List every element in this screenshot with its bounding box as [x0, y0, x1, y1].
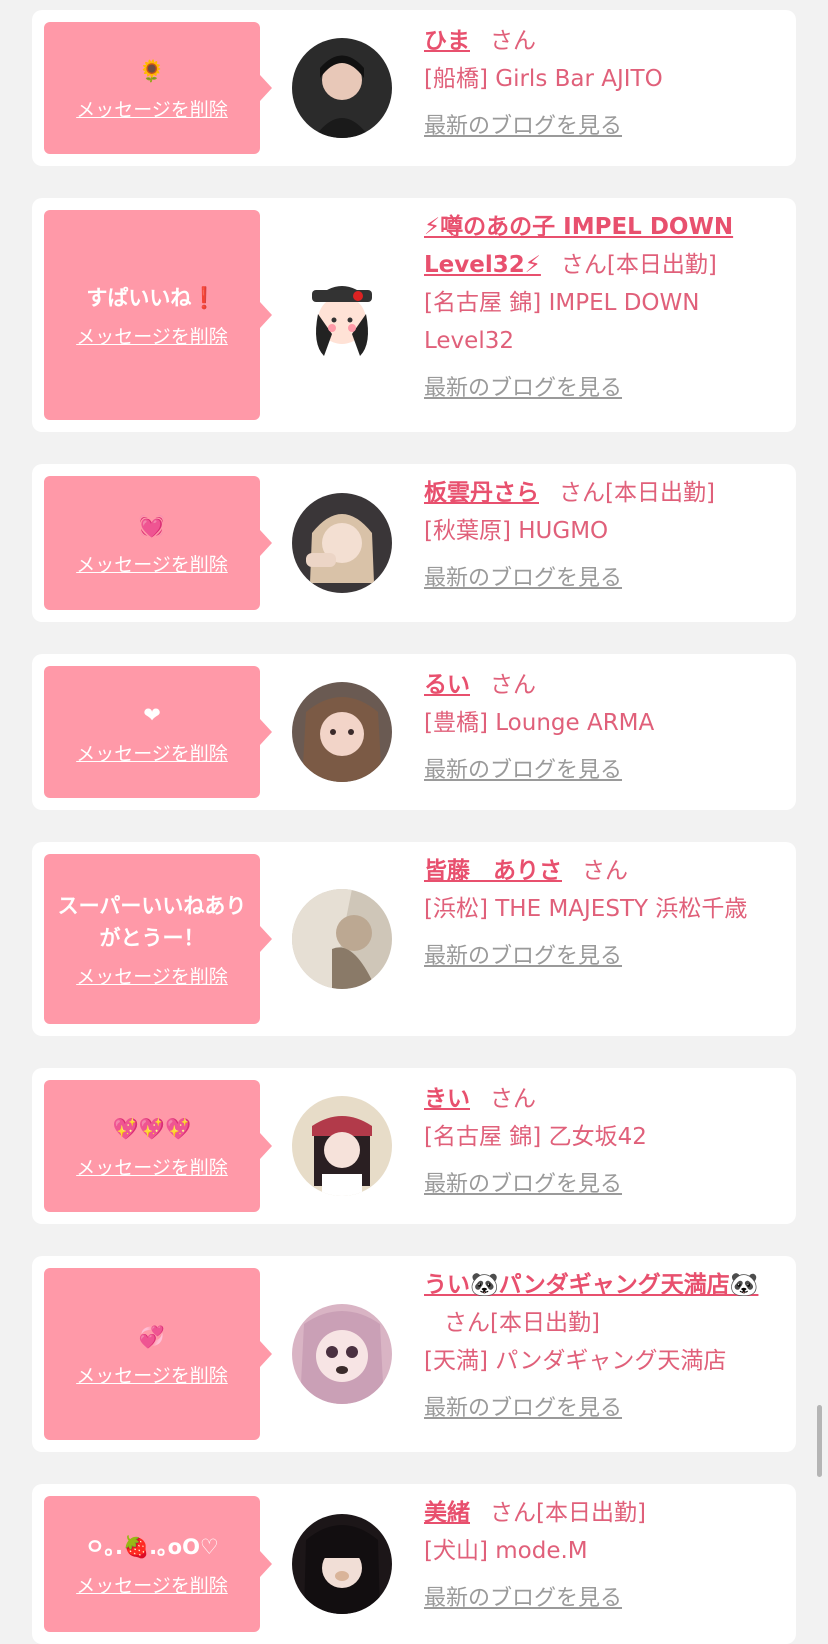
cast-name-link[interactable]: 板雲丹さら — [424, 480, 539, 506]
avatar[interactable] — [292, 493, 392, 593]
cast-info: るい さん [豊橋] Lounge ARMA 最新のブログを見る — [424, 666, 784, 790]
delete-message-link[interactable]: メッセージを削除 — [76, 962, 228, 989]
cast-info: ひま さん [船橋] Girls Bar AJITO 最新のブログを見る — [424, 22, 784, 146]
shop-name: [秋葉原] HUGMO — [424, 518, 609, 544]
honorific: さん — [490, 1086, 536, 1112]
list-item: 🌻 メッセージを削除 ひま さん [船橋] Girls Bar AJITO 最新の… — [32, 10, 796, 166]
blog-link[interactable]: 最新のブログを見る — [424, 1166, 784, 1204]
blog-link[interactable]: 最新のブログを見る — [424, 938, 784, 976]
honorific: さん — [490, 1500, 536, 1526]
avatar[interactable] — [292, 1096, 392, 1196]
attendance-status: [本日出勤] — [490, 1310, 600, 1336]
cast-name-link[interactable]: ひま — [424, 28, 470, 54]
blog-link[interactable]: 最新のブログを見る — [424, 560, 784, 598]
message-text: すぱいいね❗ — [86, 285, 218, 310]
message-bubble: 💓 メッセージを削除 — [44, 476, 272, 610]
shop-name: [犬山] mode.M — [424, 1538, 588, 1564]
list-item: ❤ メッセージを削除 るい さん [豊橋] Lounge ARMA 最新のブログを… — [32, 654, 796, 810]
cast-info: きい さん [名古屋 錦] 乙女坂42 最新のブログを見る — [424, 1080, 784, 1204]
blog-link[interactable]: 最新のブログを見る — [424, 1580, 784, 1618]
delete-message-link[interactable]: メッセージを削除 — [76, 95, 228, 122]
list-item: 💞 メッセージを削除 うい🐼パンダギャング天満店🐼 さん[本日出勤] [天満] パ… — [32, 1256, 796, 1452]
avatar[interactable] — [292, 1304, 392, 1404]
avatar[interactable] — [292, 682, 392, 782]
message-text: スーパーいいねありがとうー！ — [57, 893, 247, 950]
delete-message-link[interactable]: メッセージを削除 — [76, 322, 228, 349]
shop-name: [浜松] THE MAJESTY 浜松千歳 — [424, 896, 748, 922]
cast-name-link[interactable]: 皆藤 ありさ — [424, 858, 562, 884]
list-item: スーパーいいねありがとうー！ メッセージを削除 皆藤 ありさ さん [浜松] TH… — [32, 842, 796, 1036]
message-text: ❤ — [143, 702, 161, 727]
blog-link[interactable]: 最新のブログを見る — [424, 108, 784, 146]
message-bubble: 🌻 メッセージを削除 — [44, 22, 272, 154]
avatar[interactable] — [292, 264, 392, 364]
list-item: 💓 メッセージを削除 板雲丹さら さん[本日出勤] [秋葉原] HUGMO 最新の… — [32, 464, 796, 622]
list-item: すぱいいね❗ メッセージを削除 ⚡噂のあの子 IMPEL DOWN Level3… — [32, 198, 796, 432]
shop-name: [船橋] Girls Bar AJITO — [424, 66, 663, 92]
cast-name-link[interactable]: 美緒 — [424, 1500, 470, 1526]
shop-name: [名古屋 錦] 乙女坂42 — [424, 1124, 647, 1150]
honorific: さん — [582, 858, 628, 884]
message-bubble: ❤ メッセージを削除 — [44, 666, 272, 798]
delete-message-link[interactable]: メッセージを削除 — [76, 739, 228, 766]
avatar[interactable] — [292, 889, 392, 989]
blog-link[interactable]: 最新のブログを見る — [424, 1390, 784, 1428]
message-text: 🌻 — [138, 58, 166, 83]
cast-info: ⚡噂のあの子 IMPEL DOWN Level32⚡ さん[本日出勤] [名古屋 … — [424, 208, 784, 408]
list-item: 💖💖💖 メッセージを削除 きい さん [名古屋 錦] 乙女坂42 最新のブログを見… — [32, 1068, 796, 1224]
honorific: さん — [490, 672, 536, 698]
cast-name-link[interactable]: るい — [424, 672, 470, 698]
list-item: ㅇ｡.🍓.｡oO♡ メッセージを削除 美緒 さん[本日出勤] [犬山] mode.… — [32, 1484, 796, 1644]
message-bubble: 💞 メッセージを削除 — [44, 1268, 272, 1440]
message-text: 💓 — [138, 513, 166, 538]
message-bubble: 💖💖💖 メッセージを削除 — [44, 1080, 272, 1212]
honorific: さん — [490, 28, 536, 54]
shop-name: [名古屋 錦] IMPEL DOWN Level32 — [424, 290, 700, 354]
message-text: 💖💖💖 — [112, 1116, 192, 1141]
honorific: さん — [560, 252, 607, 278]
blog-link[interactable]: 最新のブログを見る — [424, 752, 784, 790]
attendance-status: [本日出勤] — [606, 252, 717, 278]
message-text: ㅇ｡.🍓.｡oO♡ — [85, 1534, 219, 1559]
cast-info: 美緒 さん[本日出勤] [犬山] mode.M 最新のブログを見る — [424, 1494, 784, 1618]
cast-info: 板雲丹さら さん[本日出勤] [秋葉原] HUGMO 最新のブログを見る — [424, 474, 784, 598]
cast-name-link[interactable]: きい — [424, 1086, 470, 1112]
cast-info: 皆藤 ありさ さん [浜松] THE MAJESTY 浜松千歳 最新のブログを見る — [424, 852, 784, 976]
delete-message-link[interactable]: メッセージを削除 — [76, 1361, 228, 1388]
honorific: さん — [444, 1310, 490, 1336]
shop-name: [豊橋] Lounge ARMA — [424, 710, 655, 736]
delete-message-link[interactable]: メッセージを削除 — [76, 550, 228, 577]
shop-name: [天満] パンダギャング天満店 — [424, 1348, 727, 1374]
attendance-status: [本日出勤] — [536, 1500, 646, 1526]
message-bubble: すぱいいね❗ メッセージを削除 — [44, 210, 272, 420]
message-bubble: スーパーいいねありがとうー！ メッセージを削除 — [44, 854, 272, 1024]
cast-name-link[interactable]: うい🐼パンダギャング天満店🐼 — [424, 1272, 758, 1298]
cast-info: うい🐼パンダギャング天満店🐼 さん[本日出勤] [天満] パンダギャング天満店 最… — [424, 1266, 784, 1428]
message-text: 💞 — [138, 1324, 166, 1349]
message-bubble: ㅇ｡.🍓.｡oO♡ メッセージを削除 — [44, 1496, 272, 1632]
delete-message-link[interactable]: メッセージを削除 — [76, 1153, 228, 1180]
blog-link[interactable]: 最新のブログを見る — [424, 370, 784, 408]
scrollbar[interactable] — [817, 1405, 822, 1477]
avatar[interactable] — [292, 38, 392, 138]
honorific: さん — [559, 480, 605, 506]
delete-message-link[interactable]: メッセージを削除 — [76, 1571, 228, 1598]
avatar[interactable] — [292, 1514, 392, 1614]
attendance-status: [本日出勤] — [605, 480, 715, 506]
